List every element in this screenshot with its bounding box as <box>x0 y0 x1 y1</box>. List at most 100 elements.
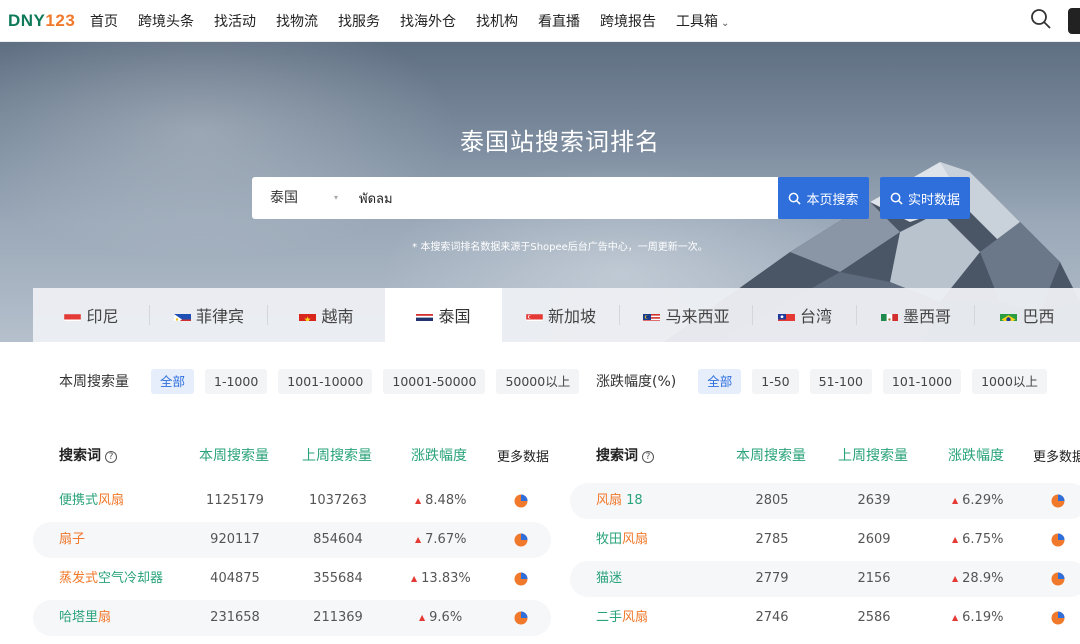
header-change[interactable]: 涨跌幅度 <box>948 445 1004 465</box>
change-chip-all[interactable]: 全部 <box>698 368 742 394</box>
tab-label: 台湾 <box>799 307 832 326</box>
pie-chart-icon[interactable] <box>1051 611 1065 625</box>
change-text: 6.29% <box>962 493 1004 508</box>
change-chip-1000-plus[interactable]: 1000以上 <box>972 368 1047 394</box>
last-week-volume: 854604 <box>313 532 363 547</box>
tab-singapore[interactable]: 新加坡 <box>502 288 620 342</box>
search-input[interactable] <box>347 178 747 218</box>
keyword-link[interactable]: 扇子 <box>59 522 85 558</box>
tab-brazil[interactable]: 巴西 <box>975 288 1080 342</box>
header-keyword-label: 搜索词 <box>596 448 638 464</box>
help-icon[interactable]: ? <box>105 451 117 463</box>
tab-label: 马来西亚 <box>665 307 730 326</box>
country-select[interactable]: 泰国 ▾ <box>252 177 347 219</box>
taiwan-flag-icon <box>777 310 795 321</box>
table-row: 扇子 920117 854604 ▲ 7.67% <box>33 522 551 558</box>
table-row: 牧田风扇 2785 2609 ▲ 6.75% <box>570 522 1080 558</box>
this-week-volume: 2746 <box>755 610 789 625</box>
nav-item-institutions[interactable]: 找机构 <box>476 11 518 31</box>
page-search-button[interactable]: 本页搜索 <box>778 177 869 219</box>
volume-chip-all[interactable]: 全部 <box>151 368 195 394</box>
table-row: 二手风扇 2746 2586 ▲ 6.19% <box>570 600 1080 636</box>
tab-label: 泰国 <box>438 307 471 326</box>
keyword-link[interactable]: 蒸发式空气冷却器 <box>59 561 163 597</box>
keyword-link[interactable]: 哈塔里扇 <box>59 600 111 636</box>
page-title: 泰国站搜索词排名 <box>460 128 660 156</box>
tab-label: 菲律宾 <box>195 307 244 326</box>
table-row: 蒸发式空气冷却器 404875 355684 ▲ 13.83% <box>33 561 551 597</box>
change-chip-101-1000[interactable]: 101-1000 <box>882 368 962 394</box>
keyword-part: 空气冷却器 <box>98 571 164 586</box>
top-nav: DNY123 首页 跨境头条 找活动 找物流 找服务 找海外仓 找机构 看直播 … <box>0 0 1080 42</box>
up-arrow-icon: ▲ <box>415 496 422 505</box>
header-keyword: 搜索词? <box>59 445 117 465</box>
change-chip-51-100[interactable]: 51-100 <box>809 368 872 394</box>
volume-chip-1001-10000[interactable]: 1001-10000 <box>278 368 373 394</box>
search-icon <box>789 192 802 205</box>
header-this-week[interactable]: 本周搜索量 <box>736 445 806 465</box>
tab-taiwan[interactable]: 台湾 <box>753 288 857 342</box>
pie-chart-icon[interactable] <box>514 611 528 625</box>
search-icon[interactable] <box>1030 8 1054 32</box>
tab-label: 巴西 <box>1022 307 1055 326</box>
change-value: ▲ 6.29% <box>952 483 1003 519</box>
toolbox-label: 工具箱 <box>676 14 718 30</box>
up-arrow-icon: ▲ <box>952 574 959 583</box>
header-last-week[interactable]: 上周搜索量 <box>302 445 372 465</box>
keyword-link[interactable]: 二手风扇 <box>596 600 648 636</box>
volume-chip-50000-plus[interactable]: 50000以上 <box>496 368 580 394</box>
realtime-data-label: 实时数据 <box>907 192 960 208</box>
header-change[interactable]: 涨跌幅度 <box>411 445 467 465</box>
tab-indonesia[interactable]: 印尼 <box>33 288 150 342</box>
last-week-volume: 1037263 <box>309 493 367 508</box>
change-filter-label: 涨跌幅度(%) <box>596 374 677 390</box>
realtime-data-button[interactable]: 实时数据 <box>880 177 970 219</box>
up-arrow-icon: ▲ <box>952 535 959 544</box>
user-menu-button[interactable] <box>1068 8 1080 34</box>
keyword-link[interactable]: 猫迷 <box>596 561 622 597</box>
keyword-link[interactable]: 风扇 18 <box>596 483 643 519</box>
this-week-volume: 1125179 <box>206 493 264 508</box>
nav-item-logistics[interactable]: 找物流 <box>276 11 318 31</box>
pie-chart-icon[interactable] <box>1051 572 1065 586</box>
keyword-table-left: 搜索词? 本周搜索量 上周搜索量 涨跌幅度 更多数据 便携式风扇 1125179… <box>33 440 553 636</box>
tab-mexico[interactable]: 墨西哥 <box>857 288 975 342</box>
tab-thailand[interactable]: 泰国 <box>385 288 502 342</box>
tab-malaysia[interactable]: 马来西亚 <box>620 288 753 342</box>
nav-item-reports[interactable]: 跨境报告 <box>600 11 656 31</box>
change-value: ▲ 13.83% <box>411 561 471 597</box>
pie-chart-icon[interactable] <box>514 572 528 586</box>
keyword-highlight: 蒸发式 <box>59 571 99 586</box>
pie-chart-icon[interactable] <box>1051 533 1065 547</box>
nav-item-live[interactable]: 看直播 <box>538 11 580 31</box>
header-this-week[interactable]: 本周搜索量 <box>199 445 269 465</box>
nav-item-warehouse[interactable]: 找海外仓 <box>400 11 456 31</box>
table-header: 搜索词? 本周搜索量 上周搜索量 涨跌幅度 更多数据 <box>570 440 1080 470</box>
nav-item-toolbox[interactable]: 工具箱 ⌄ <box>676 11 729 31</box>
volume-chip-10001-50000[interactable]: 10001-50000 <box>383 368 486 394</box>
nav-item-home[interactable]: 首页 <box>90 11 118 31</box>
volume-chip-1-1000[interactable]: 1-1000 <box>205 368 268 394</box>
pie-chart-icon[interactable] <box>514 494 528 508</box>
pie-chart-icon[interactable] <box>1051 494 1065 508</box>
keyword-link[interactable]: 便携式风扇 <box>59 483 124 519</box>
site-logo[interactable]: DNY123 <box>8 11 75 31</box>
nav-item-events[interactable]: 找活动 <box>214 11 256 31</box>
nav-item-headlines[interactable]: 跨境头条 <box>138 11 194 31</box>
keyword-table-right: 搜索词? 本周搜索量 上周搜索量 涨跌幅度 更多数据 风扇 18 2805 26… <box>570 440 1080 625</box>
change-chip-1-50[interactable]: 1-50 <box>752 368 799 394</box>
change-value: ▲ 8.48% <box>415 483 466 519</box>
country-select-value: 泰国 <box>270 190 298 206</box>
help-icon[interactable]: ? <box>642 451 654 463</box>
malaysia-flag-icon <box>643 310 661 321</box>
data-source-note: * 本搜索词排名数据来源于Shopee后台广告中心，一周更新一次。 <box>412 242 708 253</box>
header-last-week[interactable]: 上周搜索量 <box>838 445 908 465</box>
pie-chart-icon[interactable] <box>514 533 528 547</box>
tab-vietnam[interactable]: 越南 <box>268 288 385 342</box>
tab-philippines[interactable]: 菲律宾 <box>150 288 268 342</box>
tab-label: 墨西哥 <box>902 307 951 326</box>
header-more-data: 更多数据 <box>497 449 550 465</box>
keyword-part: 猫迷 <box>596 571 623 586</box>
keyword-link[interactable]: 牧田风扇 <box>596 522 648 558</box>
nav-item-services[interactable]: 找服务 <box>338 11 380 31</box>
